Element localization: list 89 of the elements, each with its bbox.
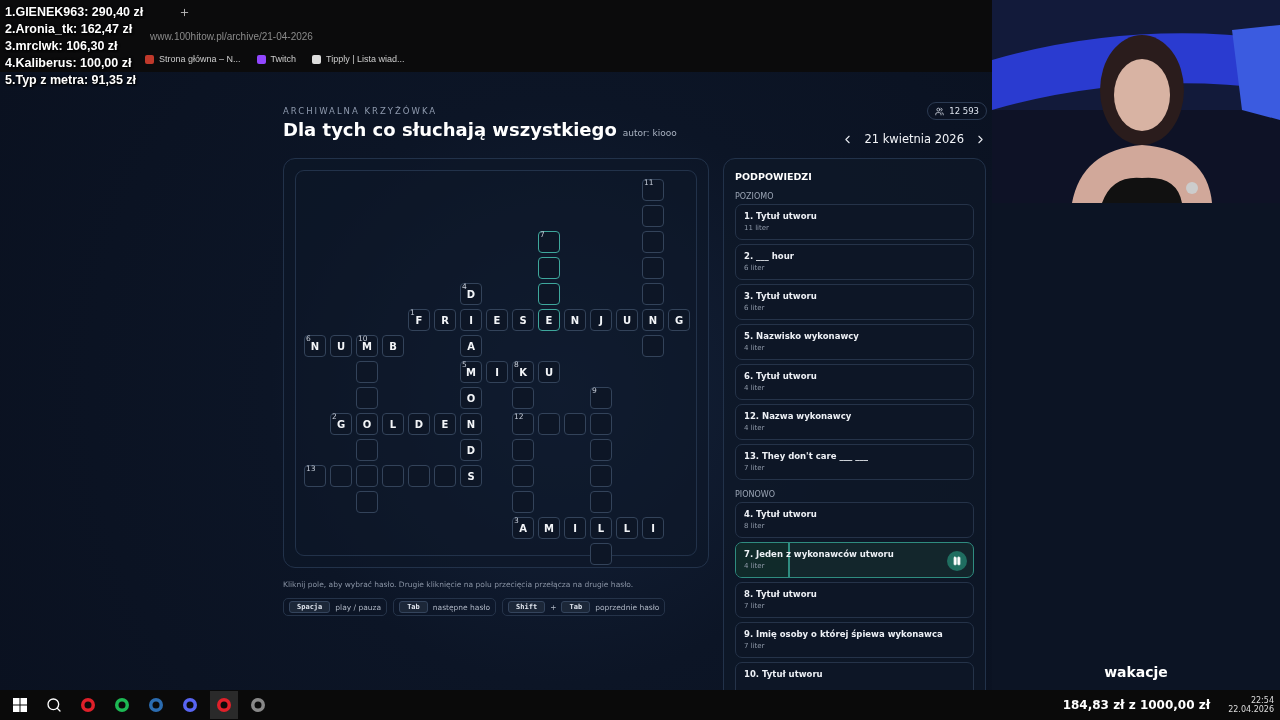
crossword-cell[interactable]: E — [486, 309, 508, 331]
crossword-cell[interactable]: L — [590, 517, 612, 539]
bookmark[interactable]: Tipply | Lista wiad... — [312, 54, 405, 64]
clock-date: 22.04.2026 — [1228, 705, 1274, 714]
crossword-cell[interactable] — [642, 231, 664, 253]
crossword-cell[interactable]: N — [564, 309, 586, 331]
crossword-cell[interactable] — [590, 465, 612, 487]
crossword-cell[interactable] — [642, 205, 664, 227]
stream-caption: wakacje — [1104, 664, 1168, 680]
crossword-cell[interactable]: D — [460, 439, 482, 461]
crossword-cell[interactable] — [512, 465, 534, 487]
plus-icon — [178, 6, 190, 18]
crossword-cell[interactable]: L — [382, 413, 404, 435]
pause-button[interactable] — [947, 551, 967, 571]
windows-icon — [13, 698, 27, 712]
crossword-cell[interactable] — [590, 413, 612, 435]
leaderboard-entry: 2.Aronia_tk: 162,47 zł — [5, 21, 134, 38]
crossword-cell[interactable]: U — [330, 335, 352, 357]
crossword-cell[interactable]: U — [616, 309, 638, 331]
crossword-cell[interactable]: J — [590, 309, 612, 331]
donation-goal: 184,83 zł z 1000,00 zł — [1062, 698, 1211, 712]
crossword-cell[interactable] — [642, 335, 664, 357]
crossword-cell[interactable]: O — [356, 413, 378, 435]
crossword-cell[interactable] — [512, 387, 534, 409]
crossword-cell[interactable] — [356, 361, 378, 383]
crossword-cell[interactable] — [590, 543, 612, 565]
crossword-cell[interactable] — [408, 465, 430, 487]
crossword-cell[interactable]: M — [538, 517, 560, 539]
search-icon — [46, 697, 62, 713]
taskbar-app[interactable] — [210, 691, 238, 719]
crossword-cell[interactable] — [512, 439, 534, 461]
ring-icon — [216, 697, 232, 713]
page-kicker: ARCHIWALNA KRZYŻÓWKA — [283, 106, 439, 116]
circle-icon — [250, 697, 266, 713]
crossword-cell[interactable]: L — [616, 517, 638, 539]
leaderboard-entry: 1.GIENEK963: 290,40 zł — [5, 4, 144, 21]
crossword-cell[interactable]: R — [434, 309, 456, 331]
crossword-cell[interactable]: U — [538, 361, 560, 383]
address-bar[interactable]: www.100hitow.pl/archive/21-04-2026 — [150, 30, 313, 42]
crossword-cell[interactable] — [356, 465, 378, 487]
crossword-cell[interactable]: D — [408, 413, 430, 435]
puzzle-date: 21 kwietnia 2026 — [864, 132, 964, 146]
leaderboard-entry: 4.Kaliberus: 100,00 zł — [5, 55, 133, 72]
crossword-cell[interactable] — [356, 387, 378, 409]
crossword-cell[interactable]: I — [642, 517, 664, 539]
circle-icon — [182, 697, 198, 713]
pause-icon — [952, 556, 962, 566]
crossword-cell[interactable]: N — [642, 309, 664, 331]
section-heading: PIONOWO — [735, 490, 776, 499]
crossword-cell[interactable] — [538, 283, 560, 305]
leaderboard-entry: 5.Typ z metra: 91,35 zł — [5, 72, 138, 89]
crossword-cell[interactable]: O — [460, 387, 482, 409]
crossword-cell[interactable]: S — [512, 309, 534, 331]
crossword-cell[interactable]: E — [434, 413, 456, 435]
crossword-cell[interactable]: I — [486, 361, 508, 383]
crossword-cell[interactable]: I — [564, 517, 586, 539]
crossword-cell[interactable] — [512, 491, 534, 513]
crossword-cell[interactable]: S — [460, 465, 482, 487]
crossword-cell[interactable] — [538, 413, 560, 435]
leaderboard-entry: 3.mrclwk: 106,30 zł — [5, 38, 119, 55]
crossword-cell[interactable] — [590, 439, 612, 461]
ring-icon — [80, 697, 96, 713]
circle-icon — [114, 697, 130, 713]
crossword-cell[interactable]: N — [460, 413, 482, 435]
crossword-cell[interactable]: A — [460, 335, 482, 357]
crossword-cell[interactable] — [642, 257, 664, 279]
crossword-cell[interactable] — [356, 491, 378, 513]
crossword-cell[interactable] — [382, 465, 404, 487]
crossword-cell[interactable] — [642, 283, 664, 305]
crossword-cell[interactable] — [330, 465, 352, 487]
clue-item[interactable]: 10. Tytuł utworu — [735, 662, 974, 690]
crossword-cell[interactable]: B — [382, 335, 404, 357]
crossword-cell[interactable] — [538, 257, 560, 279]
clues-title: PODPOWIEDZI — [735, 171, 813, 182]
clock-time: 22:54 — [1250, 696, 1274, 705]
crossword-cell[interactable] — [434, 465, 456, 487]
crossword-cell[interactable]: E — [538, 309, 560, 331]
crossword-cell[interactable] — [564, 413, 586, 435]
puzzle-title: Dla tych co słuchają wszystkiego — [283, 119, 617, 140]
bookmark[interactable]: Twitch — [256, 54, 297, 64]
section-heading: POZIOMO — [735, 192, 775, 201]
crossword-cell[interactable] — [590, 491, 612, 513]
crossword-cell[interactable]: I — [460, 309, 482, 331]
crossword-cell[interactable] — [356, 439, 378, 461]
bookmark[interactable]: Strona główna – N... — [145, 54, 241, 64]
author-label: autor: kiooo — [622, 128, 677, 138]
crossword-cell[interactable]: G — [668, 309, 690, 331]
users-icon — [935, 106, 945, 116]
circle-icon — [148, 697, 164, 713]
